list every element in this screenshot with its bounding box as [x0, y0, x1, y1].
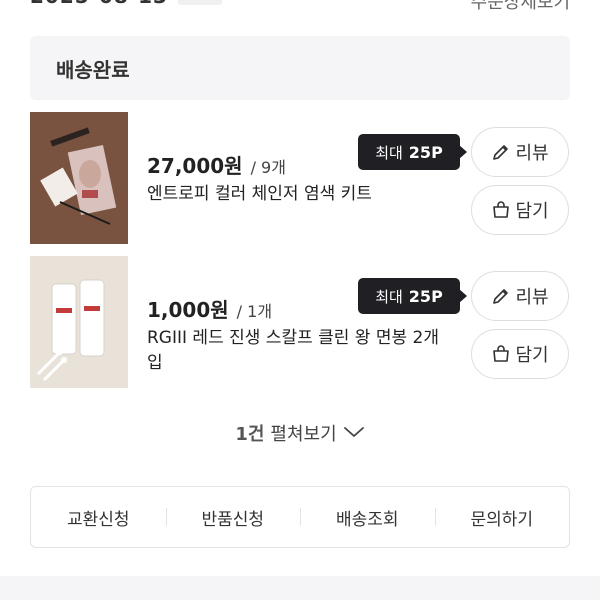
add-to-cart-button-label: 담기 [515, 201, 549, 222]
order-date-chip [177, 0, 222, 5]
section-divider [0, 576, 600, 600]
pencil-icon [491, 142, 511, 162]
item-price: 1,000원 [147, 298, 229, 322]
add-to-cart-button[interactable]: 담기 [471, 185, 569, 235]
add-to-cart-button-label: 담기 [515, 345, 549, 366]
shopping-bag-icon [491, 200, 511, 220]
pencil-icon [491, 286, 511, 306]
product-image[interactable] [30, 256, 128, 388]
order-date: 2025-08-13 [30, 0, 168, 8]
order-actions-bar: 교환신청 반품신청 배송조회 문의하기 [30, 486, 570, 548]
inquiry-button[interactable]: 문의하기 [434, 505, 570, 530]
points-badge: 최대 25P [358, 134, 467, 170]
review-button-label: 리뷰 [515, 287, 549, 308]
points-badge-value: 25P [408, 142, 443, 162]
order-date-row: 2025-08-13 [30, 0, 222, 8]
points-badge: 최대 25P [358, 278, 467, 314]
points-badge-label: 최대 [375, 287, 403, 306]
order-detail-link[interactable]: 주문상세보기 [471, 0, 570, 14]
order-item: 27,000원 / 9개 엔트로피 컬러 체인저 염색 키트 최대 25P 리뷰… [30, 112, 570, 244]
item-quantity: / 9개 [250, 158, 286, 177]
delivery-status: 배송완료 [56, 57, 130, 82]
expand-items-toggle[interactable]: 1건 펼쳐보기 [0, 420, 600, 446]
order-item: 1,000원 / 1개 RGIII 레드 진생 스칼프 클린 왕 면봉 2개입 … [30, 256, 570, 388]
review-button-label: 리뷰 [515, 143, 549, 164]
points-badge-label: 최대 [375, 143, 403, 162]
price-row: 1,000원 / 1개 [147, 294, 272, 323]
return-request-button[interactable]: 반품신청 [165, 505, 301, 530]
shopping-bag-icon [491, 344, 511, 364]
review-button[interactable]: 리뷰 [471, 271, 569, 321]
track-delivery-button[interactable]: 배송조회 [300, 505, 435, 530]
item-price: 27,000원 [147, 154, 243, 178]
item-name[interactable]: RGIII 레드 진생 스칼프 클린 왕 면봉 2개입 [147, 326, 447, 376]
item-quantity: / 1개 [236, 302, 273, 321]
delivery-status-box: 배송완료 [30, 36, 570, 100]
points-badge-value: 25P [408, 286, 443, 306]
review-button[interactable]: 리뷰 [471, 127, 569, 177]
add-to-cart-button[interactable]: 담기 [471, 329, 569, 379]
exchange-request-button[interactable]: 교환신청 [31, 505, 166, 530]
expand-count: 1건 [235, 424, 265, 445]
item-name[interactable]: 엔트로피 컬러 체인저 염색 키트 [147, 182, 447, 207]
chevron-down-icon [343, 423, 365, 444]
price-row: 27,000원 / 9개 [147, 150, 286, 179]
product-image[interactable] [30, 112, 128, 244]
expand-label: 펼쳐보기 [270, 424, 337, 445]
